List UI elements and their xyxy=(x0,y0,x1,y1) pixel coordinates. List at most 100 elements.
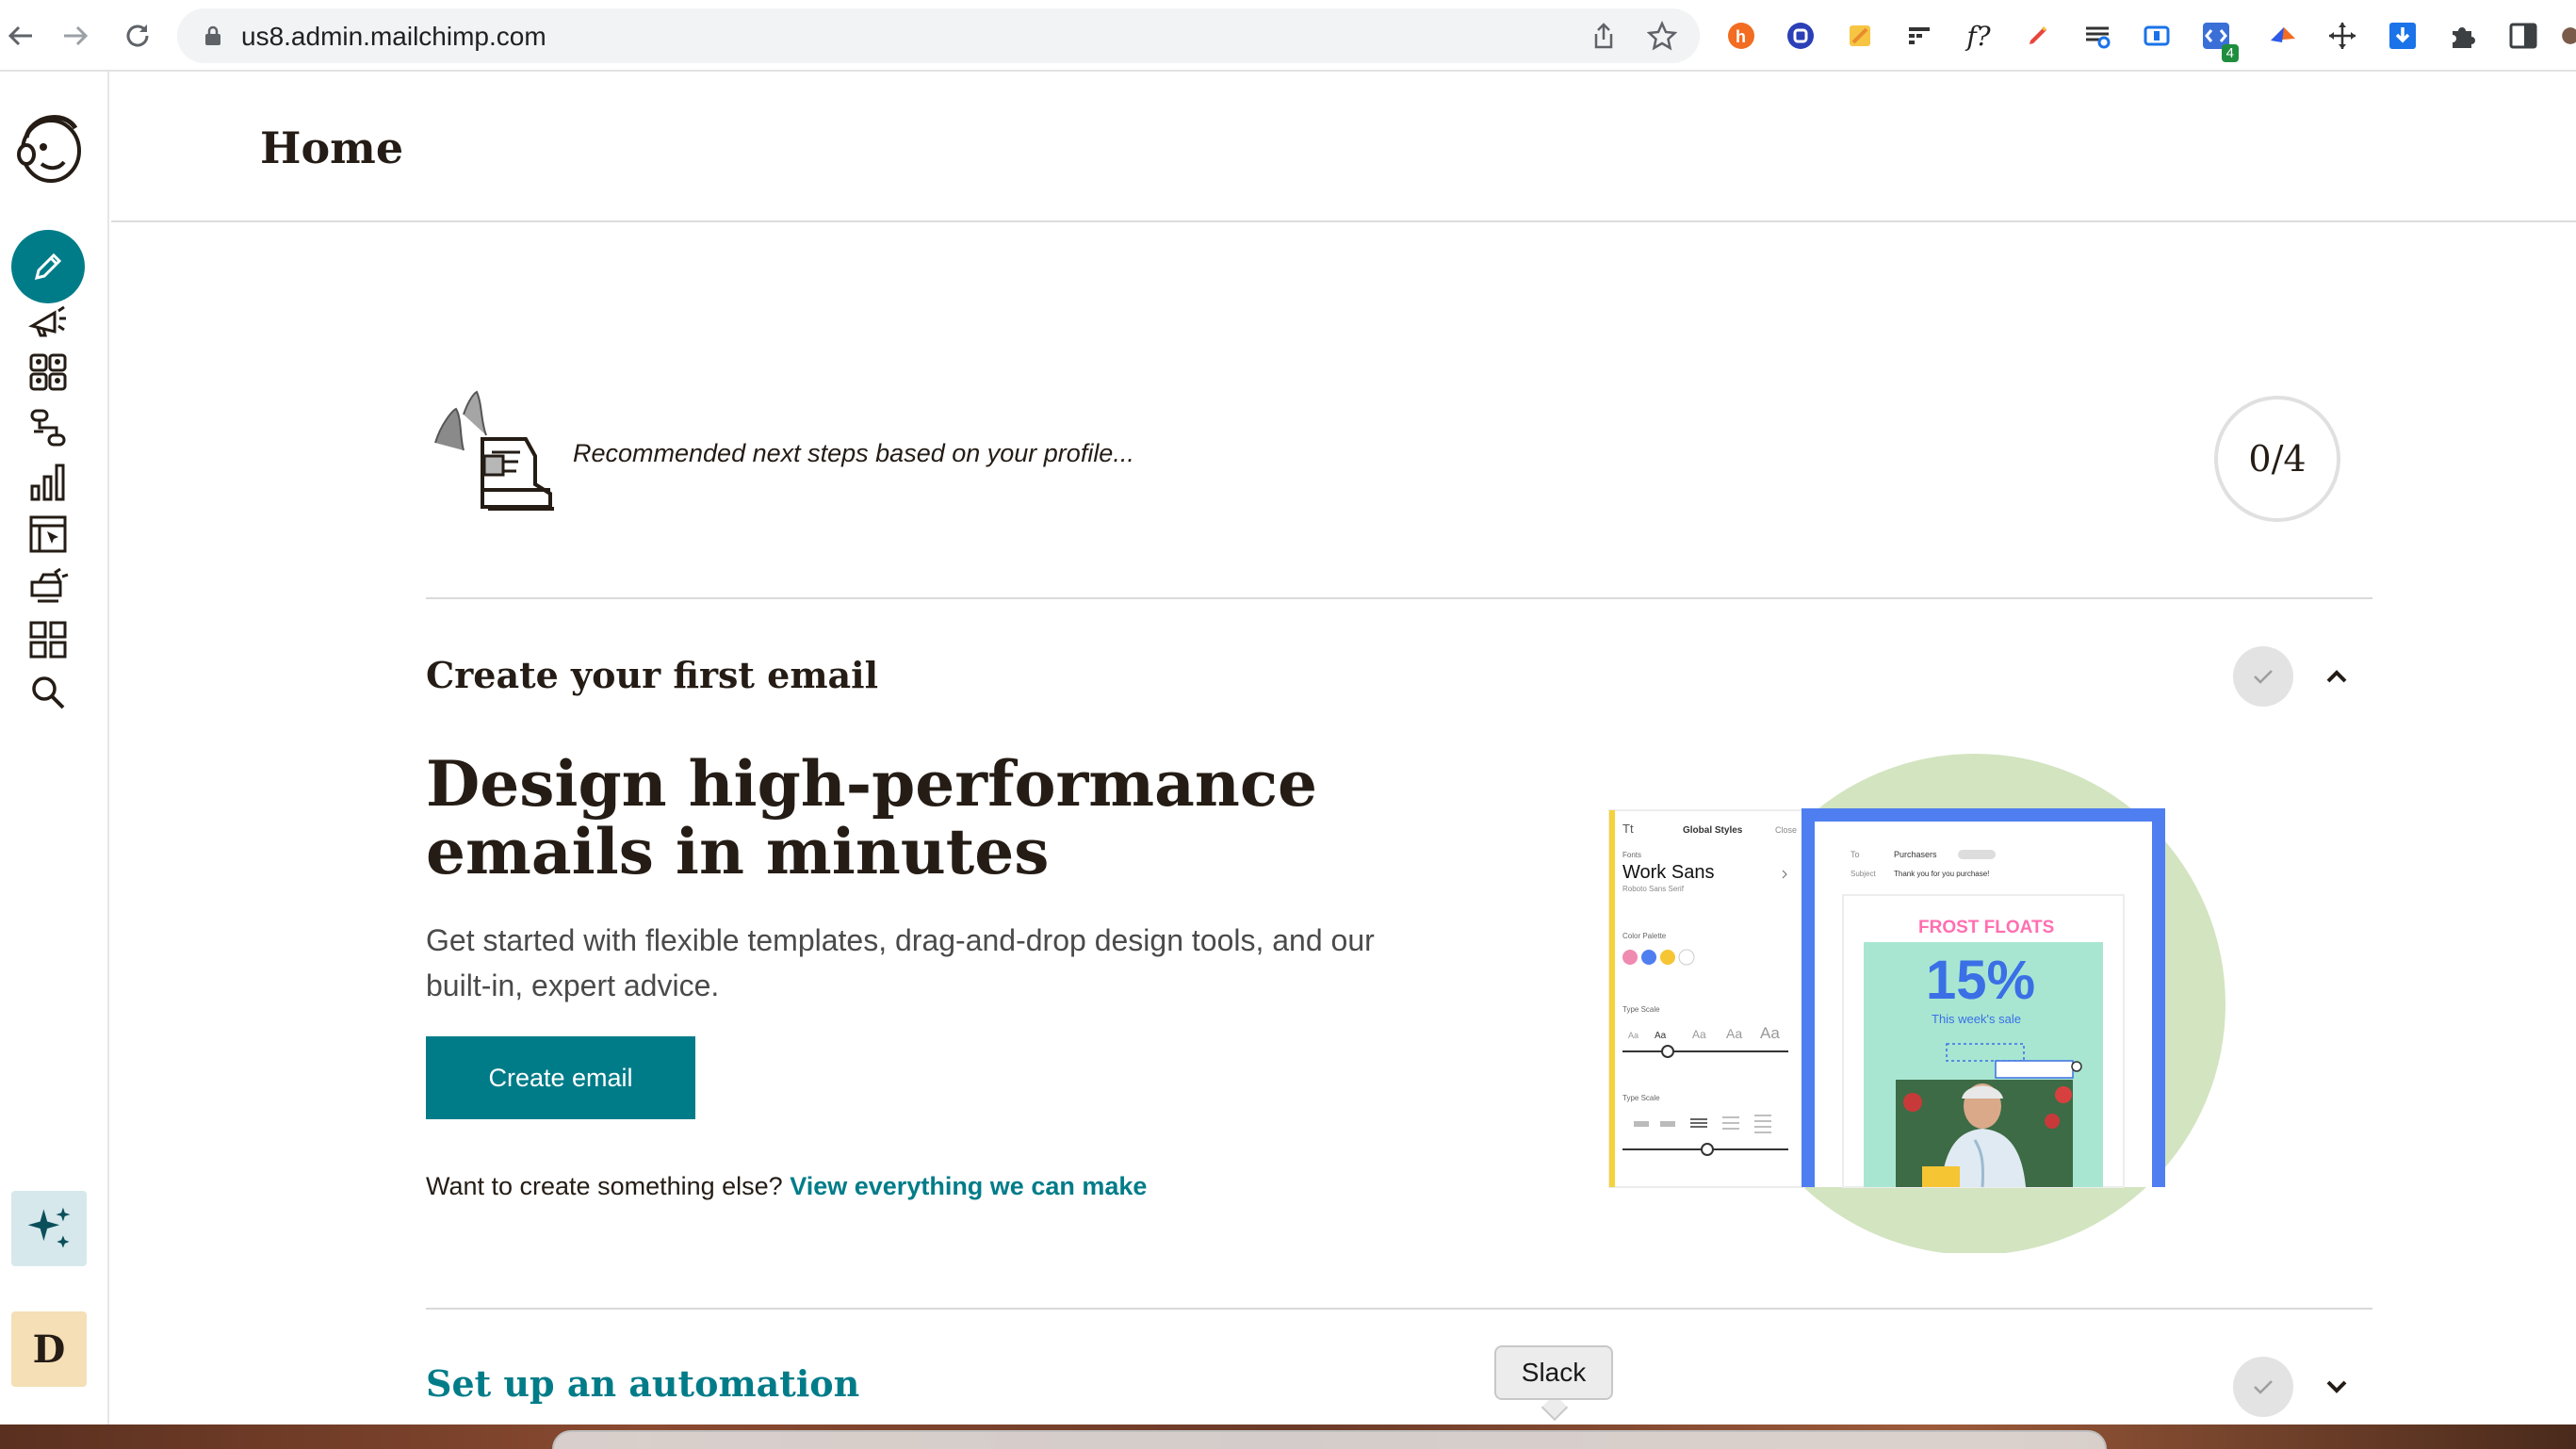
side-navigation: D xyxy=(0,72,109,1426)
section-create-email-header[interactable]: Create your first email xyxy=(426,637,2372,741)
forward-button[interactable] xyxy=(55,15,96,57)
extension-tab-icon[interactable] xyxy=(2140,19,2174,53)
progress-counter: 0/4 xyxy=(2214,396,2340,522)
nav-automations[interactable] xyxy=(21,399,75,454)
reload-button[interactable] xyxy=(117,15,158,57)
extension-blue-circle-icon[interactable] xyxy=(1784,19,1818,53)
subject-value: Thank you for you purchase! xyxy=(1894,870,1989,878)
checkmark-icon xyxy=(2254,670,2273,684)
reload-icon xyxy=(126,24,149,47)
collapse-toggle[interactable] xyxy=(2318,658,2356,695)
share-icon[interactable] xyxy=(1589,21,1619,51)
font-sub: Roboto Sans Serif xyxy=(1622,885,1685,893)
section-title-create-email: Create your first email xyxy=(426,654,879,696)
extension-fx-icon[interactable]: f? xyxy=(1962,19,1996,53)
nav-audience[interactable] xyxy=(21,345,75,399)
arrow-left-icon xyxy=(8,25,32,46)
discount-percent: 15% xyxy=(1926,950,2035,1011)
url-text: us8.admin.mailchimp.com xyxy=(241,22,546,51)
panel-title: Global Styles xyxy=(1683,825,1743,836)
macos-dock xyxy=(552,1430,2107,1449)
profile-avatar-icon[interactable] xyxy=(2561,19,2576,53)
font-name: Work Sans xyxy=(1622,862,1714,883)
svg-text:Aa: Aa xyxy=(1655,1031,1667,1041)
palette-label: Color Palette xyxy=(1622,932,1667,940)
sale-text: This week's sale xyxy=(1932,1012,2021,1026)
extension-download-icon[interactable] xyxy=(2386,19,2420,53)
svg-text:Tt: Tt xyxy=(1622,822,1634,836)
extension-move-icon[interactable] xyxy=(2325,19,2359,53)
brand-logo-text: FROST FLOATS xyxy=(1918,918,2054,937)
page-header: Home xyxy=(111,73,2576,222)
type-scale-label-2: Type Scale xyxy=(1622,1094,1660,1102)
email-editor-illustration: Tt Global Styles Close Fonts Work Sans R… xyxy=(1608,754,2225,1253)
view-everything-link[interactable]: View everything we can make xyxy=(790,1172,1147,1200)
subject-label: Subject xyxy=(1850,870,1876,878)
section-complete-status-2 xyxy=(2233,1357,2293,1417)
expand-toggle[interactable] xyxy=(2318,1368,2356,1406)
account-avatar[interactable]: D xyxy=(11,1311,87,1387)
address-bar[interactable]: us8.admin.mailchimp.com xyxy=(177,8,1700,63)
side-panel-icon[interactable] xyxy=(2506,19,2540,53)
browser-toolbar: us8.admin.mailchimp.com h f? 4 xyxy=(0,0,2576,72)
content-studio-icon xyxy=(30,567,69,603)
intuit-assist-button[interactable] xyxy=(11,1191,87,1266)
automation-flow-icon xyxy=(30,409,66,447)
more-options-row: Want to create something else? View ever… xyxy=(426,1172,1147,1201)
section-title-automation: Set up an automation xyxy=(426,1362,860,1405)
bookmark-star-icon[interactable] xyxy=(1647,21,1677,51)
back-button[interactable] xyxy=(0,15,41,57)
hero-heading: Design high-performance emails in minute… xyxy=(426,747,1318,888)
recommendations-header: Recommended next steps based on your pro… xyxy=(426,386,2372,599)
search-icon xyxy=(32,676,65,709)
extension-arrow-icon[interactable] xyxy=(2266,19,2300,53)
extension-badge-count: 4 xyxy=(2221,44,2239,62)
chevron-up-icon xyxy=(2326,670,2347,683)
extension-list-icon[interactable] xyxy=(2080,19,2114,53)
checkmark-icon xyxy=(2254,1380,2273,1394)
page-title: Home xyxy=(260,122,404,173)
megaphone-icon xyxy=(28,305,66,337)
mailchimp-logo[interactable] xyxy=(13,109,85,185)
sparkle-icon xyxy=(27,1207,71,1248)
freddie-logo-icon xyxy=(17,115,81,183)
nav-analytics[interactable] xyxy=(21,454,75,509)
extension-code-icon[interactable]: 4 xyxy=(2199,19,2239,62)
nav-website[interactable] xyxy=(21,507,75,562)
extension-honey-icon[interactable]: h xyxy=(1724,19,1758,53)
nav-integrations[interactable] xyxy=(21,612,75,667)
extension-pen-icon[interactable] xyxy=(2021,19,2055,53)
waving-hand-sneaker-illustration xyxy=(434,390,554,511)
website-cursor-icon xyxy=(29,515,67,553)
lock-icon xyxy=(205,25,220,45)
svg-text:Aa: Aa xyxy=(1692,1028,1706,1041)
to-value: Purchasers xyxy=(1894,850,1937,859)
fonts-label: Fonts xyxy=(1622,851,1641,859)
nav-search[interactable] xyxy=(21,665,75,720)
extension-highlighter-icon[interactable] xyxy=(1843,19,1877,53)
section-automation-header[interactable]: Set up an automation xyxy=(426,1327,2372,1430)
arrow-right-icon xyxy=(64,25,89,46)
more-options-prefix: Want to create something else? xyxy=(426,1172,783,1200)
svg-text:Aa: Aa xyxy=(1726,1026,1742,1041)
section-complete-status xyxy=(2233,646,2293,707)
extensions-puzzle-icon[interactable] xyxy=(2446,19,2480,53)
nav-content[interactable] xyxy=(21,558,75,612)
bar-chart-icon xyxy=(30,464,65,501)
svg-text:Aa: Aa xyxy=(1628,1031,1639,1040)
pencil-icon xyxy=(34,252,62,281)
grid-apps-icon xyxy=(29,621,67,659)
nav-campaigns[interactable] xyxy=(21,292,75,347)
dock-tooltip: Slack xyxy=(1494,1345,1613,1400)
section-divider xyxy=(426,1308,2372,1310)
create-email-button[interactable]: Create email xyxy=(426,1036,695,1119)
svg-text:h: h xyxy=(1736,27,1746,46)
panel-close: Close xyxy=(1775,825,1797,835)
audience-icon xyxy=(29,353,67,391)
type-scale-label: Type Scale xyxy=(1622,1005,1660,1014)
hero-description: Get started with flexible templates, dra… xyxy=(426,923,1375,1002)
chevron-down-icon xyxy=(2326,1380,2347,1393)
to-label: To xyxy=(1850,850,1860,859)
extension-grid-icon[interactable] xyxy=(1902,19,1936,53)
svg-text:Aa: Aa xyxy=(1760,1024,1780,1042)
